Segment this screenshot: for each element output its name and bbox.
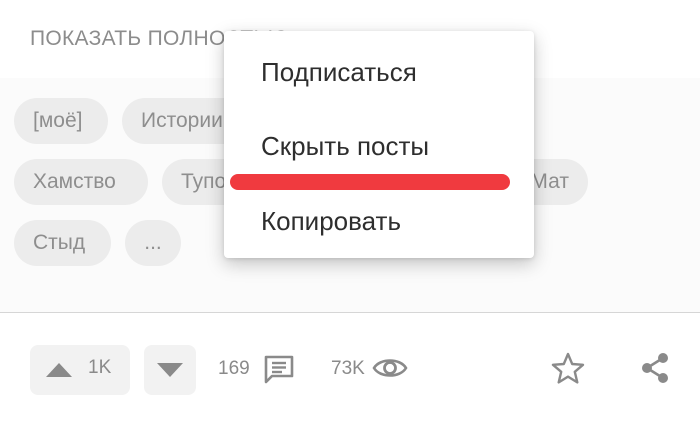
arrow-down-icon bbox=[157, 363, 183, 377]
tag-moe[interactable]: [моё] bbox=[14, 98, 108, 144]
menu-item-subscribe[interactable]: Подписаться bbox=[261, 57, 417, 88]
comment-count: 169 bbox=[218, 358, 250, 379]
comment-icon[interactable] bbox=[263, 353, 295, 385]
tag-khamstvo[interactable]: Хамство bbox=[14, 159, 148, 205]
arrow-up-icon bbox=[46, 363, 72, 377]
red-underline-annotation bbox=[230, 174, 510, 190]
tag-styd[interactable]: Стыд bbox=[14, 220, 111, 266]
upvote-button[interactable]: 1K bbox=[30, 345, 130, 395]
context-menu: Подписаться Скрыть посты Копировать bbox=[224, 31, 534, 258]
downvote-button[interactable] bbox=[144, 345, 196, 395]
star-icon[interactable] bbox=[551, 352, 585, 384]
tag-more[interactable]: ... bbox=[125, 220, 181, 266]
menu-item-copy[interactable]: Копировать bbox=[261, 206, 401, 237]
menu-item-hide-posts[interactable]: Скрыть посты bbox=[261, 131, 429, 162]
upvote-count: 1K bbox=[88, 357, 112, 378]
post-actions-bar: 1K 169 73K bbox=[0, 313, 700, 425]
share-icon[interactable] bbox=[638, 351, 672, 385]
eye-icon bbox=[372, 359, 408, 377]
views-count: 73K bbox=[331, 358, 365, 379]
